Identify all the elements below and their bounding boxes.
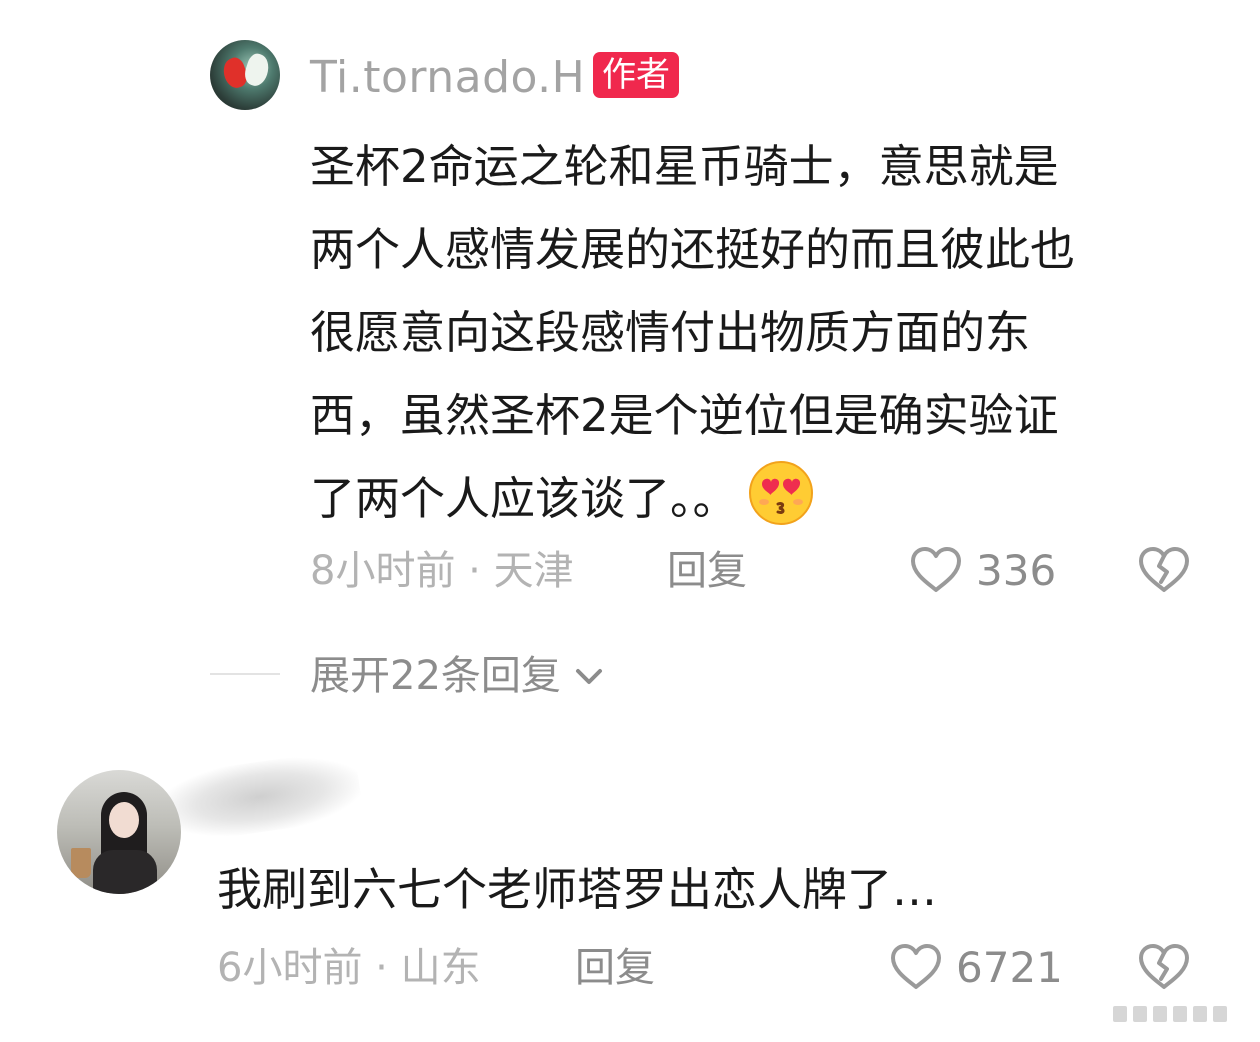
comment-line: 了两个人应该谈了。。 <box>310 457 1210 540</box>
author-badge: 作者 <box>593 52 679 98</box>
comment-meta: 8小时前 · 天津 <box>310 546 574 596</box>
author-avatar[interactable] <box>210 40 280 110</box>
meta-separator: · <box>375 945 401 991</box>
reply-button[interactable]: 回复 <box>575 943 655 993</box>
comment-username[interactable]: Ti.tornado.H <box>310 50 585 106</box>
comment-time: 8小时前 <box>310 548 456 594</box>
heart-eyes-kiss-emoji <box>748 461 813 525</box>
avatar-body <box>93 850 157 894</box>
comment-body[interactable]: 我刷到六七个老师塔罗出恋人牌了… <box>217 860 937 920</box>
expand-replies-button[interactable]: 展开22条回复 <box>310 651 604 701</box>
comment-line: 很愿意向这段感情付出物质方面的东 <box>310 306 1031 359</box>
heart-icon[interactable] <box>889 943 943 991</box>
blurred-username <box>156 748 364 846</box>
chevron-down-icon <box>575 669 602 684</box>
meta-separator: · <box>468 548 494 594</box>
expand-label: 展开22条回复 <box>310 653 561 699</box>
butterfly-wing-right <box>241 51 273 89</box>
like-count: 6721 <box>956 943 1063 992</box>
like-count: 336 <box>976 546 1057 595</box>
comment-location: 天津 <box>493 548 574 594</box>
comment-body[interactable]: 圣杯2命运之轮和星币骑士，意思就是 两个人感情发展的还挺好的而且彼此也 很愿意向… <box>310 125 1210 540</box>
heart-icon[interactable] <box>909 546 963 594</box>
comment-time: 6小时前 <box>217 945 363 991</box>
user-avatar[interactable] <box>57 770 181 894</box>
avatar-face <box>109 802 139 838</box>
expand-divider <box>210 673 280 675</box>
watermark-logo <box>1113 1006 1227 1022</box>
comment-line: 圣杯2命运之轮和星币骑士，意思就是 <box>310 140 1059 193</box>
comment-line: 西，虽然圣杯2是个逆位但是确实验证 <box>310 389 1059 442</box>
comment-line: 两个人感情发展的还挺好的而且彼此也 <box>310 223 1076 276</box>
broken-heart-icon[interactable] <box>1137 943 1191 991</box>
reply-button[interactable]: 回复 <box>667 546 747 596</box>
comment-meta: 6小时前 · 山东 <box>217 943 481 993</box>
avatar-cup <box>71 848 91 878</box>
comment-location: 山东 <box>400 945 481 991</box>
broken-heart-icon[interactable] <box>1137 546 1191 594</box>
comment-line-text: 了两个人应该谈了。。 <box>310 472 738 525</box>
